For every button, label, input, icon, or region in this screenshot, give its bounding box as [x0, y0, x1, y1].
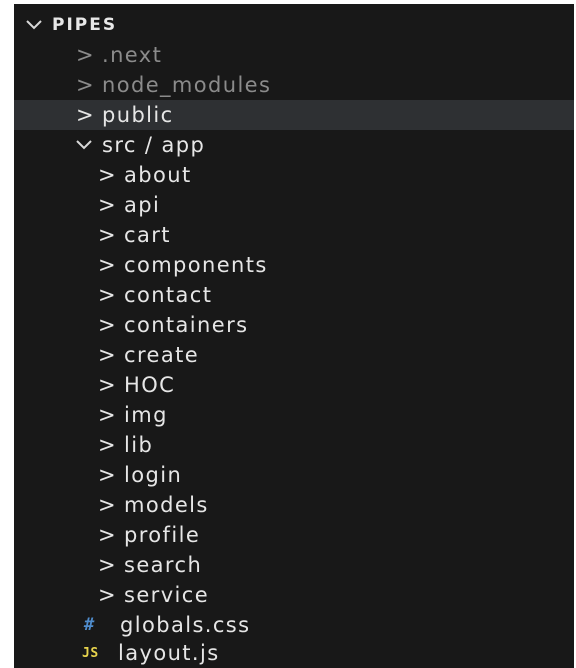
tree-item-label: cart — [124, 223, 171, 247]
chevron-right-icon[interactable]: > — [76, 43, 102, 67]
tree-item-src-app[interactable]: src / app — [14, 130, 574, 160]
tree-item-img[interactable]: > img — [14, 400, 574, 430]
css-file-icon: # — [84, 615, 96, 635]
tree-item-label: node_modules — [102, 73, 272, 97]
tree-item-label: containers — [124, 313, 249, 337]
chevron-right-icon[interactable]: > — [98, 253, 124, 277]
chevron-right-icon[interactable]: > — [98, 343, 124, 367]
explorer-root-pipes[interactable]: PIPES — [14, 10, 574, 40]
tree-item-create[interactable]: > create — [14, 340, 574, 370]
tree-item-globals-css[interactable]: # globals.css — [14, 610, 574, 640]
chevron-right-icon[interactable]: > — [98, 283, 124, 307]
chevron-right-icon[interactable]: > — [98, 463, 124, 487]
tree-item-node-modules[interactable]: > node_modules — [14, 70, 574, 100]
tree-item-about[interactable]: > about — [14, 160, 574, 190]
tree-item-label: lib — [124, 433, 154, 457]
tree-item-public[interactable]: > public — [14, 100, 574, 130]
tree-item-hoc[interactable]: > HOC — [14, 370, 574, 400]
tree-item-label: components — [124, 253, 268, 277]
tree-item-label: layout.js — [118, 641, 220, 665]
workspace-title: PIPES — [52, 15, 118, 35]
tree-item-components[interactable]: > components — [14, 250, 574, 280]
chevron-right-icon[interactable]: > — [98, 553, 124, 577]
chevron-right-icon[interactable]: > — [98, 493, 124, 517]
chevron-right-icon[interactable]: > — [98, 163, 124, 187]
file-explorer: PIPES > .next > node_modules > public sr… — [14, 4, 574, 668]
chevron-right-icon[interactable]: > — [98, 223, 124, 247]
tree-item-label: profile — [124, 523, 201, 547]
tree-item-label: search — [124, 553, 203, 577]
tree-item-search[interactable]: > search — [14, 550, 574, 580]
tree-item-models[interactable]: > models — [14, 490, 574, 520]
tree-item-next[interactable]: > .next — [14, 40, 574, 70]
tree-item-service[interactable]: > service — [14, 580, 574, 610]
tree-item-label: login — [124, 463, 183, 487]
chevron-right-icon[interactable]: > — [98, 403, 124, 427]
tree-item-label: HOC — [124, 373, 176, 397]
chevron-right-icon[interactable]: > — [98, 523, 124, 547]
tree-item-label: globals.css — [120, 613, 251, 637]
tree-item-login[interactable]: > login — [14, 460, 574, 490]
chevron-right-icon[interactable]: > — [98, 433, 124, 457]
chevron-right-icon[interactable]: > — [98, 193, 124, 217]
tree-item-api[interactable]: > api — [14, 190, 574, 220]
tree-item-label: contact — [124, 283, 213, 307]
tree-item-label: img — [124, 403, 168, 427]
chevron-right-icon[interactable]: > — [98, 313, 124, 337]
tree-item-label: .next — [102, 43, 163, 67]
tree-item-label: src / app — [102, 133, 206, 157]
tree-item-layout-js[interactable]: JS layout.js — [14, 638, 574, 668]
chevron-right-icon[interactable]: > — [76, 73, 102, 97]
js-file-icon: JS — [82, 645, 99, 661]
tree-item-profile[interactable]: > profile — [14, 520, 574, 550]
tree-item-label: models — [124, 493, 209, 517]
tree-item-label: api — [124, 193, 161, 217]
tree-item-label: about — [124, 163, 192, 187]
tree-item-label: service — [124, 583, 210, 607]
tree-item-label: public — [102, 103, 174, 127]
chevron-right-icon[interactable]: > — [98, 373, 124, 397]
chevron-right-icon[interactable]: > — [76, 103, 102, 127]
tree-item-cart[interactable]: > cart — [14, 220, 574, 250]
chevron-right-icon[interactable]: > — [98, 583, 124, 607]
chevron-down-icon[interactable] — [76, 140, 102, 150]
tree-item-lib[interactable]: > lib — [14, 430, 574, 460]
tree-item-containers[interactable]: > containers — [14, 310, 574, 340]
tree-item-label: create — [124, 343, 200, 367]
tree-item-contact[interactable]: > contact — [14, 280, 574, 310]
chevron-down-icon[interactable] — [26, 20, 52, 30]
